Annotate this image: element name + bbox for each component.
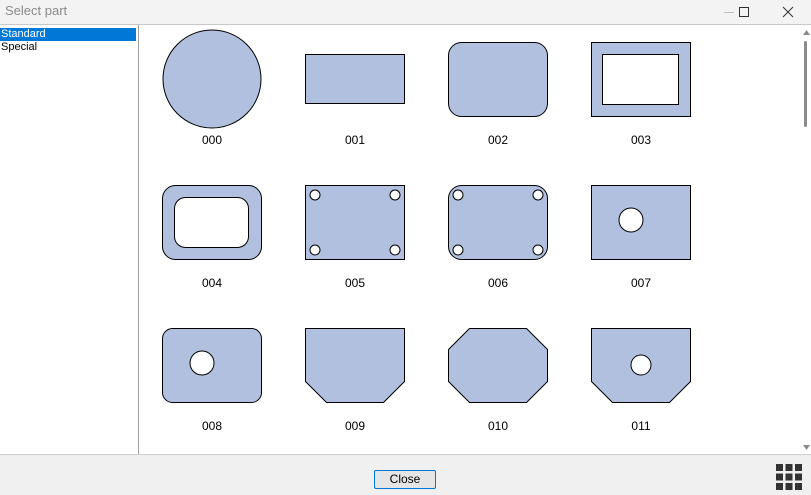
part-006[interactable]: 006 bbox=[433, 168, 563, 298]
part-007-shape bbox=[591, 185, 691, 260]
part-010-shape bbox=[448, 328, 548, 403]
part-label: 003 bbox=[630, 133, 652, 147]
part-004-shape bbox=[162, 185, 262, 260]
part-label: 001 bbox=[344, 133, 366, 147]
part-008-shape bbox=[162, 328, 262, 403]
vertical-scrollbar[interactable] bbox=[802, 25, 811, 454]
part-000-shape bbox=[162, 29, 262, 129]
dialog-footer: Close bbox=[0, 454, 811, 495]
part-005[interactable]: 005 bbox=[290, 168, 420, 298]
part-009[interactable]: 009 bbox=[290, 311, 420, 441]
part-label: 000 bbox=[201, 133, 223, 147]
part-label: 004 bbox=[201, 276, 223, 290]
scroll-thumb[interactable] bbox=[804, 41, 807, 127]
close-button[interactable]: Close bbox=[374, 470, 436, 489]
scroll-down-icon[interactable] bbox=[802, 441, 811, 453]
part-003[interactable]: 003 bbox=[576, 25, 706, 155]
part-002[interactable]: 002 bbox=[433, 25, 563, 155]
part-label: 009 bbox=[344, 419, 366, 433]
scroll-up-icon[interactable] bbox=[802, 26, 811, 38]
part-label: 010 bbox=[487, 419, 509, 433]
part-011-shape bbox=[591, 328, 691, 403]
part-001-shape bbox=[305, 54, 405, 104]
part-label: 002 bbox=[487, 133, 509, 147]
part-label: 008 bbox=[201, 419, 223, 433]
part-label: 005 bbox=[344, 276, 366, 290]
part-003-shape bbox=[591, 42, 691, 117]
part-006-shape bbox=[448, 185, 548, 260]
part-000[interactable]: 000 bbox=[147, 25, 277, 155]
part-label: 011 bbox=[631, 419, 651, 433]
part-010[interactable]: 010 bbox=[433, 311, 563, 441]
close-icon bbox=[782, 6, 794, 18]
part-label: 006 bbox=[487, 276, 509, 290]
category-tree[interactable]: Standard Special bbox=[0, 25, 139, 454]
tree-item-label: Special bbox=[1, 41, 38, 53]
part-004[interactable]: 004 bbox=[147, 168, 277, 298]
tree-item-label: Standard bbox=[1, 28, 46, 40]
maximize-button[interactable] bbox=[721, 0, 767, 24]
part-008[interactable]: 008 bbox=[147, 311, 277, 441]
maximize-icon bbox=[739, 7, 749, 17]
close-window-button[interactable] bbox=[765, 0, 811, 24]
title-bar: Select part bbox=[0, 0, 811, 24]
part-001[interactable]: 001 bbox=[290, 25, 420, 155]
part-007[interactable]: 007 bbox=[576, 168, 706, 298]
parts-gallery[interactable]: 000 001 002 003 004 005 006 007 008 009 … bbox=[140, 25, 802, 454]
window-title: Select part bbox=[5, 3, 68, 18]
dialog-client: Standard Special 000 001 002 003 004 005… bbox=[0, 24, 811, 454]
part-002-shape bbox=[448, 42, 548, 117]
grid-view-icon[interactable] bbox=[776, 464, 802, 490]
part-005-shape bbox=[305, 185, 405, 260]
part-label: 007 bbox=[630, 276, 652, 290]
part-011[interactable]: 011 bbox=[576, 311, 706, 441]
tree-item-special[interactable]: Special bbox=[0, 41, 136, 54]
tree-item-standard[interactable]: Standard bbox=[0, 28, 136, 41]
part-009-shape bbox=[305, 328, 405, 403]
